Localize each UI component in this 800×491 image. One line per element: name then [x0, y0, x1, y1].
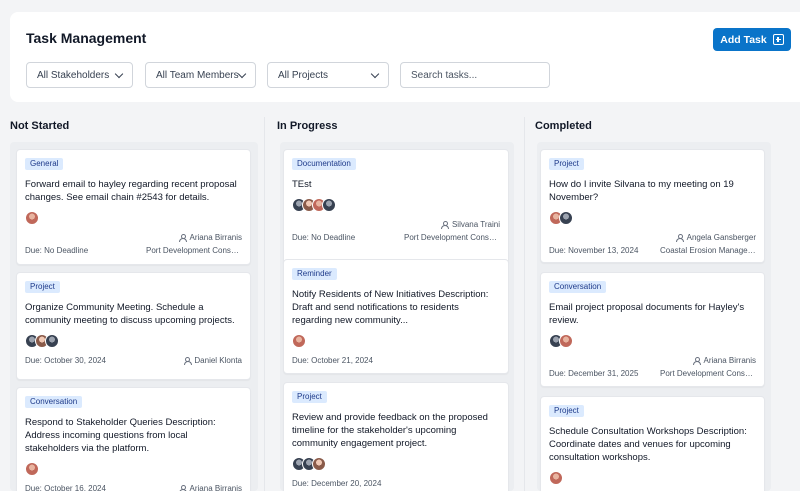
search-input[interactable]: [400, 62, 550, 88]
avatar: [25, 211, 39, 225]
avatar: [559, 334, 573, 348]
person-icon: [676, 234, 685, 243]
stakeholder-filter-value: All Stakeholders: [37, 69, 110, 81]
project-name: Coastal Erosion Management: [660, 246, 756, 255]
chevron-down-icon: [370, 69, 380, 79]
person-icon: [693, 357, 702, 366]
chevron-down-icon: [237, 69, 247, 79]
assignee-name: Silvana Traini: [451, 220, 500, 229]
task-card[interactable]: Project Schedule Consultation Workshops D…: [540, 396, 765, 491]
plus-square-icon: [772, 34, 784, 45]
person-icon: [179, 485, 188, 491]
project-name: Port Development Consultation: [404, 233, 500, 242]
task-description: Schedule Consultation Workshops Descript…: [549, 426, 747, 463]
avatar: [45, 334, 59, 348]
project-name: Port Development Consultation: [146, 246, 242, 255]
assignee: Ariana Birranis: [179, 233, 242, 243]
project-filter[interactable]: All Projects: [267, 62, 389, 88]
due-date: Due: December 20, 2024: [292, 479, 382, 488]
assignee-avatars: [549, 334, 573, 348]
person-icon: [441, 221, 450, 230]
due-date: Due: October 21, 2024: [292, 356, 373, 365]
task-description: Forward email to hayley regarding recent…: [25, 179, 237, 203]
category-badge: Documentation: [292, 158, 356, 170]
task-card[interactable]: Conversation Email project proposal docum…: [540, 272, 765, 387]
due-date: Due: No Deadline: [292, 233, 356, 242]
assignee-name: Ariana Birranis: [189, 484, 242, 491]
task-description: Respond to Stakeholder Queries Descripti…: [25, 417, 216, 454]
assignee: Daniel Klonta: [183, 356, 242, 366]
assignee-name: Ariana Birranis: [703, 356, 756, 365]
task-card[interactable]: Documentation TEst Silvana Traini Due: No D…: [283, 149, 509, 266]
task-description: Organize Community Meeting. Schedule a c…: [25, 302, 235, 326]
category-badge: Project: [292, 391, 327, 403]
avatar: [292, 334, 306, 348]
column-divider: [264, 117, 265, 491]
assignee-avatars: [549, 471, 563, 485]
category-badge: Project: [549, 405, 584, 417]
task-card[interactable]: Project How do I invite Silvana to my mee…: [540, 149, 765, 263]
task-description: Review and provide feedback on the propo…: [292, 412, 488, 449]
avatar: [549, 471, 563, 485]
task-card[interactable]: Project Organize Community Meeting. Sched…: [16, 272, 251, 380]
project-name: Port Development Consultation: [660, 369, 756, 378]
task-card[interactable]: General Forward email to hayley regarding…: [16, 149, 251, 265]
category-badge: Project: [549, 158, 584, 170]
due-date: Due: October 30, 2024: [25, 356, 106, 365]
assignee-avatars: [292, 457, 326, 471]
team-member-filter[interactable]: All Team Members: [145, 62, 256, 88]
task-card[interactable]: Reminder Notify Residents of New Initiati…: [283, 259, 509, 374]
assignee: Ariana Birranis: [179, 484, 242, 491]
avatar: [312, 457, 326, 471]
stakeholder-filter[interactable]: All Stakeholders: [26, 62, 133, 88]
category-badge: Reminder: [292, 268, 337, 280]
person-icon: [179, 234, 188, 243]
assignee-name: Ariana Birranis: [189, 233, 242, 242]
team-member-filter-value: All Team Members: [156, 69, 239, 81]
task-description: Notify Residents of New Initiatives Desc…: [292, 289, 489, 326]
column-divider: [524, 117, 525, 491]
task-description: How do I invite Silvana to my meeting on…: [549, 179, 734, 203]
column-title: Not Started: [10, 120, 70, 132]
assignee-avatars: [549, 211, 573, 225]
task-card[interactable]: Conversation Respond to Stakeholder Queri…: [16, 387, 251, 491]
category-badge: General: [25, 158, 64, 170]
task-description: TEst: [292, 179, 312, 190]
assignee-name: Daniel Klonta: [194, 356, 242, 365]
due-date: Due: October 16, 2024: [25, 484, 106, 491]
assignee-avatars: [25, 462, 39, 476]
avatar: [559, 211, 573, 225]
due-date: Due: November 13, 2024: [549, 246, 639, 255]
due-date: Due: December 31, 2025: [549, 369, 639, 378]
add-task-label: Add Task: [720, 33, 767, 46]
category-badge: Project: [25, 281, 60, 293]
person-icon: [183, 357, 192, 366]
assignee-avatars: [25, 334, 59, 348]
page-title: Task Management: [26, 30, 147, 46]
due-date: Due: No Deadline: [25, 246, 89, 255]
assignee: Ariana Birranis: [693, 356, 756, 366]
assignee-avatars: [25, 211, 39, 225]
add-task-button[interactable]: Add Task: [713, 28, 791, 51]
column-title: In Progress: [277, 120, 338, 132]
assignee-avatars: [292, 334, 306, 348]
avatar: [25, 462, 39, 476]
assignee-avatars: [292, 198, 336, 212]
column-title: Completed: [535, 120, 592, 132]
assignee: Angela Gansberger: [676, 233, 756, 243]
header-panel: Task Management Add Task All Stakeholder…: [10, 12, 800, 102]
category-badge: Conversation: [25, 396, 83, 408]
assignee-name: Angela Gansberger: [686, 233, 756, 242]
project-filter-value: All Projects: [278, 69, 329, 81]
chevron-down-icon: [114, 69, 124, 79]
category-badge: Conversation: [549, 281, 607, 293]
avatar: [322, 198, 336, 212]
task-description: Email project proposal documents for Hay…: [549, 302, 745, 326]
assignee: Silvana Traini: [441, 220, 500, 230]
task-card[interactable]: Project Review and provide feedback on th…: [283, 382, 509, 491]
